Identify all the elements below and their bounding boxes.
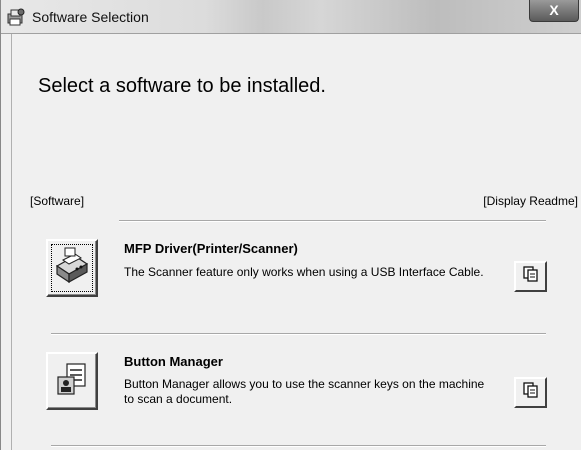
divider — [51, 445, 546, 447]
display-readme-column-header: [Display Readme] — [483, 194, 578, 208]
item-title: Button Manager — [124, 354, 223, 369]
button-manager-install-button[interactable] — [46, 352, 98, 410]
divider — [119, 220, 546, 222]
item-title: MFP Driver(Printer/Scanner) — [124, 241, 298, 256]
document-copy-icon — [522, 381, 540, 404]
mfp-driver-install-button[interactable] — [46, 239, 98, 297]
item-description: Button Manager allows you to use the sca… — [124, 377, 485, 406]
title-bar[interactable]: Software Selection X — [1, 0, 581, 34]
close-button[interactable]: X — [529, 0, 579, 22]
printer-scanner-icon — [53, 246, 91, 291]
document-copy-icon — [522, 265, 540, 288]
software-column-header: [Software] — [30, 194, 85, 208]
software-selection-window: Software Selection X Select a software t… — [0, 0, 581, 450]
window-title: Software Selection — [32, 9, 149, 25]
app-setup-icon — [6, 7, 26, 27]
button-manager-icon — [55, 361, 89, 402]
item-description: The Scanner feature only works when usin… — [124, 265, 484, 279]
button-manager-readme-button[interactable] — [514, 377, 547, 408]
divider — [51, 333, 546, 335]
page-heading: Select a software to be installed. — [38, 75, 326, 97]
mfp-driver-readme-button[interactable] — [514, 261, 547, 292]
